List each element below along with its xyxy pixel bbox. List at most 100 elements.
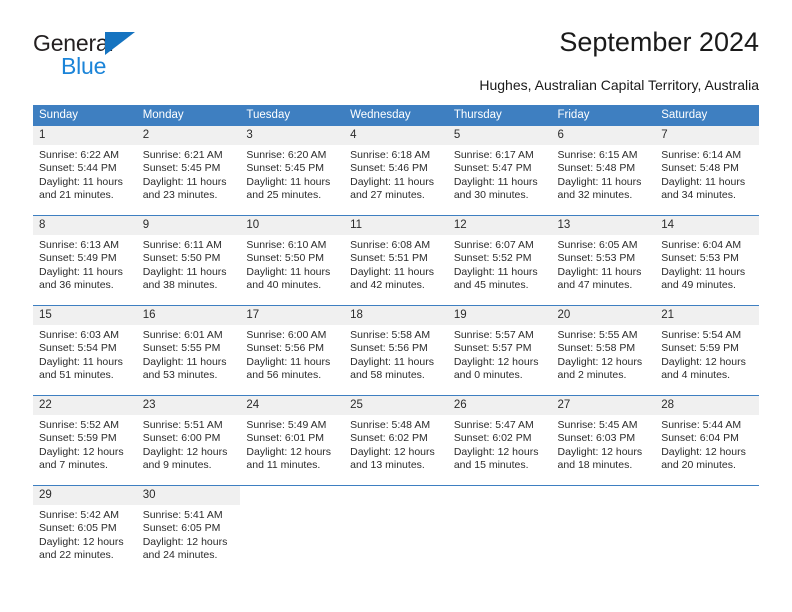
daylight-text-line2: and 13 minutes. xyxy=(350,458,425,471)
sunrise-text: Sunrise: 5:55 AM xyxy=(557,329,638,341)
calendar-day-cell[interactable]: 13 Sunrise: 6:05 AM Sunset: 5:53 PM Dayligh… xyxy=(551,215,656,306)
day-details: Sunrise: 5:58 AM Sunset: 5:56 PM Daylight:… xyxy=(344,325,448,382)
weekday-header-wednesday: Wednesday xyxy=(344,105,448,126)
calendar-day-cell[interactable]: 3 Sunrise: 6:20 AM Sunset: 5:45 PM Daylight… xyxy=(240,125,345,216)
day-number: 30 xyxy=(136,486,241,505)
sunrise-text: Sunrise: 6:07 AM xyxy=(453,239,534,251)
calendar-day-cell[interactable]: 19 Sunrise: 5:57 AM Sunset: 5:57 PM Dayligh… xyxy=(447,305,552,396)
day-cell-inner: 16 Sunrise: 6:01 AM Sunset: 5:55 PM Dayligh… xyxy=(136,306,241,395)
day-number: 17 xyxy=(240,306,345,325)
page-header: General Blue September 2024 Hughes, Aust… xyxy=(33,26,759,98)
day-number xyxy=(655,486,759,505)
daylight-text-line2: and 18 minutes. xyxy=(557,458,633,471)
calendar-day-cell[interactable]: 23 Sunrise: 5:51 AM Sunset: 6:00 PM Dayligh… xyxy=(136,395,241,486)
calendar-week-row: 1 Sunrise: 6:22 AM Sunset: 5:44 PM Daylight… xyxy=(33,125,759,216)
calendar-day-cell[interactable]: 1 Sunrise: 6:22 AM Sunset: 5:44 PM Daylight… xyxy=(33,125,137,216)
day-details: Sunrise: 5:45 AM Sunset: 6:03 PM Daylight:… xyxy=(552,415,656,472)
sunrise-text: Sunrise: 5:57 AM xyxy=(453,329,534,341)
daylight-text-line2: and 9 minutes. xyxy=(142,458,212,471)
calendar-day-cell[interactable]: 10 Sunrise: 6:10 AM Sunset: 5:50 PM Dayligh… xyxy=(240,215,345,306)
calendar-day-cell[interactable]: 22 Sunrise: 5:52 AM Sunset: 5:59 PM Dayligh… xyxy=(33,395,137,486)
calendar-day-cell-empty xyxy=(240,485,345,575)
calendar-day-cell[interactable]: 28 Sunrise: 5:44 AM Sunset: 6:04 PM Dayligh… xyxy=(655,395,759,486)
day-number: 29 xyxy=(33,486,137,505)
sunset-text: Sunset: 5:53 PM xyxy=(661,252,739,265)
day-cell-inner: 19 Sunrise: 5:57 AM Sunset: 5:57 PM Dayligh… xyxy=(447,306,552,395)
calendar-day-cell[interactable]: 4 Sunrise: 6:18 AM Sunset: 5:46 PM Daylight… xyxy=(344,125,448,216)
day-number: 8 xyxy=(33,216,137,235)
calendar-day-cell[interactable]: 8 Sunrise: 6:13 AM Sunset: 5:49 PM Daylight… xyxy=(33,215,137,306)
day-details: Sunrise: 6:17 AM Sunset: 5:47 PM Daylight:… xyxy=(448,145,552,202)
day-cell-inner: 13 Sunrise: 6:05 AM Sunset: 5:53 PM Dayligh… xyxy=(551,216,656,305)
sunrise-text: Sunrise: 6:11 AM xyxy=(142,239,222,251)
daylight-text-line1: Daylight: 11 hours xyxy=(142,355,227,368)
day-details: Sunrise: 5:57 AM Sunset: 5:57 PM Daylight:… xyxy=(448,325,552,382)
day-cell-inner: 20 Sunrise: 5:55 AM Sunset: 5:58 PM Dayligh… xyxy=(551,306,656,395)
daylight-text-line1: Daylight: 12 hours xyxy=(142,445,228,458)
daylight-text-line1: Daylight: 12 hours xyxy=(453,445,539,458)
calendar-grid: Sunday Monday Tuesday Wednesday Thursday… xyxy=(33,105,759,575)
day-number: 21 xyxy=(655,306,759,325)
calendar-day-cell[interactable]: 26 Sunrise: 5:47 AM Sunset: 6:02 PM Dayligh… xyxy=(447,395,552,486)
calendar-day-cell[interactable]: 5 Sunrise: 6:17 AM Sunset: 5:47 PM Daylight… xyxy=(447,125,552,216)
day-cell-inner xyxy=(655,486,759,575)
calendar-day-cell[interactable]: 14 Sunrise: 6:04 AM Sunset: 5:53 PM Dayligh… xyxy=(655,215,759,306)
weekday-header-thursday: Thursday xyxy=(447,105,552,126)
day-details: Sunrise: 6:13 AM Sunset: 5:49 PM Daylight:… xyxy=(33,235,137,292)
daylight-text-line1: Daylight: 11 hours xyxy=(557,175,642,188)
calendar-day-cell-empty xyxy=(551,485,656,575)
calendar-day-cell[interactable]: 27 Sunrise: 5:45 AM Sunset: 6:03 PM Dayligh… xyxy=(551,395,656,486)
calendar-day-cell[interactable]: 9 Sunrise: 6:11 AM Sunset: 5:50 PM Daylight… xyxy=(136,215,241,306)
calendar-day-cell[interactable]: 29 Sunrise: 5:42 AM Sunset: 6:05 PM Dayligh… xyxy=(33,485,137,575)
sunset-text: Sunset: 6:02 PM xyxy=(350,432,428,445)
calendar-day-cell[interactable]: 17 Sunrise: 6:00 AM Sunset: 5:56 PM Dayligh… xyxy=(240,305,345,396)
calendar-day-cell[interactable]: 25 Sunrise: 5:48 AM Sunset: 6:02 PM Dayligh… xyxy=(344,395,448,486)
calendar-day-cell[interactable]: 18 Sunrise: 5:58 AM Sunset: 5:56 PM Dayligh… xyxy=(344,305,448,396)
calendar-day-cell[interactable]: 7 Sunrise: 6:14 AM Sunset: 5:48 PM Daylight… xyxy=(655,125,759,216)
sunrise-text: Sunrise: 6:10 AM xyxy=(246,239,327,251)
sunset-text: Sunset: 5:44 PM xyxy=(39,162,117,175)
day-cell-inner: 25 Sunrise: 5:48 AM Sunset: 6:02 PM Dayligh… xyxy=(344,396,448,485)
sunset-text: Sunset: 5:45 PM xyxy=(246,162,325,175)
daylight-text-line1: Daylight: 11 hours xyxy=(246,355,331,368)
sunset-text: Sunset: 5:48 PM xyxy=(557,162,636,175)
sunset-text: Sunset: 5:47 PM xyxy=(453,162,532,175)
generalblue-logo[interactable]: General Blue xyxy=(33,30,233,86)
daylight-text-line1: Daylight: 12 hours xyxy=(39,445,124,458)
calendar-day-cell[interactable]: 15 Sunrise: 6:03 AM Sunset: 5:54 PM Dayligh… xyxy=(33,305,137,396)
calendar-day-cell[interactable]: 20 Sunrise: 5:55 AM Sunset: 5:58 PM Dayligh… xyxy=(551,305,656,396)
day-cell-inner: 22 Sunrise: 5:52 AM Sunset: 5:59 PM Dayligh… xyxy=(33,396,137,485)
daylight-text-line2: and 40 minutes. xyxy=(246,278,322,291)
calendar-day-cell[interactable]: 2 Sunrise: 6:21 AM Sunset: 5:45 PM Daylight… xyxy=(136,125,241,216)
sunrise-text: Sunrise: 6:17 AM xyxy=(453,149,534,161)
day-cell-inner: 26 Sunrise: 5:47 AM Sunset: 6:02 PM Dayligh… xyxy=(447,396,552,485)
sunrise-text: Sunrise: 6:04 AM xyxy=(661,239,742,251)
day-number: 11 xyxy=(344,216,448,235)
calendar-day-cell[interactable]: 11 Sunrise: 6:08 AM Sunset: 5:51 PM Dayligh… xyxy=(344,215,448,306)
calendar-day-cell[interactable]: 6 Sunrise: 6:15 AM Sunset: 5:48 PM Daylight… xyxy=(551,125,656,216)
day-cell-inner: 29 Sunrise: 5:42 AM Sunset: 6:05 PM Dayligh… xyxy=(33,486,137,575)
day-cell-inner: 11 Sunrise: 6:08 AM Sunset: 5:51 PM Dayligh… xyxy=(344,216,448,305)
calendar-day-cell[interactable]: 12 Sunrise: 6:07 AM Sunset: 5:52 PM Dayligh… xyxy=(447,215,552,306)
daylight-text-line2: and 38 minutes. xyxy=(142,278,218,291)
calendar-day-cell[interactable]: 16 Sunrise: 6:01 AM Sunset: 5:55 PM Dayligh… xyxy=(136,305,241,396)
sunrise-text: Sunrise: 6:22 AM xyxy=(39,149,119,161)
calendar-day-cell[interactable]: 21 Sunrise: 5:54 AM Sunset: 5:59 PM Dayligh… xyxy=(655,305,759,396)
sunrise-text: Sunrise: 5:45 AM xyxy=(557,419,638,431)
sunrise-text: Sunrise: 5:51 AM xyxy=(142,419,223,431)
sunrise-text: Sunrise: 5:44 AM xyxy=(661,419,742,431)
sunrise-text: Sunrise: 6:00 AM xyxy=(246,329,327,341)
daylight-text-line2: and 27 minutes. xyxy=(350,188,425,201)
calendar-day-cell[interactable]: 30 Sunrise: 5:41 AM Sunset: 6:05 PM Dayligh… xyxy=(136,485,241,575)
sunset-text: Sunset: 6:00 PM xyxy=(142,432,221,445)
daylight-text-line2: and 21 minutes. xyxy=(39,188,114,201)
daylight-text-line2: and 49 minutes. xyxy=(661,278,736,291)
day-number: 6 xyxy=(551,126,656,145)
calendar-day-cell[interactable]: 24 Sunrise: 5:49 AM Sunset: 6:01 PM Dayligh… xyxy=(240,395,345,486)
day-details: Sunrise: 6:11 AM Sunset: 5:50 PM Daylight:… xyxy=(137,235,241,292)
day-cell-inner: 9 Sunrise: 6:11 AM Sunset: 5:50 PM Daylight… xyxy=(136,216,241,305)
day-number: 4 xyxy=(344,126,448,145)
daylight-text-line2: and 32 minutes. xyxy=(557,188,633,201)
daylight-text-line2: and 20 minutes. xyxy=(661,458,736,471)
daylight-text-line1: Daylight: 12 hours xyxy=(661,445,746,458)
